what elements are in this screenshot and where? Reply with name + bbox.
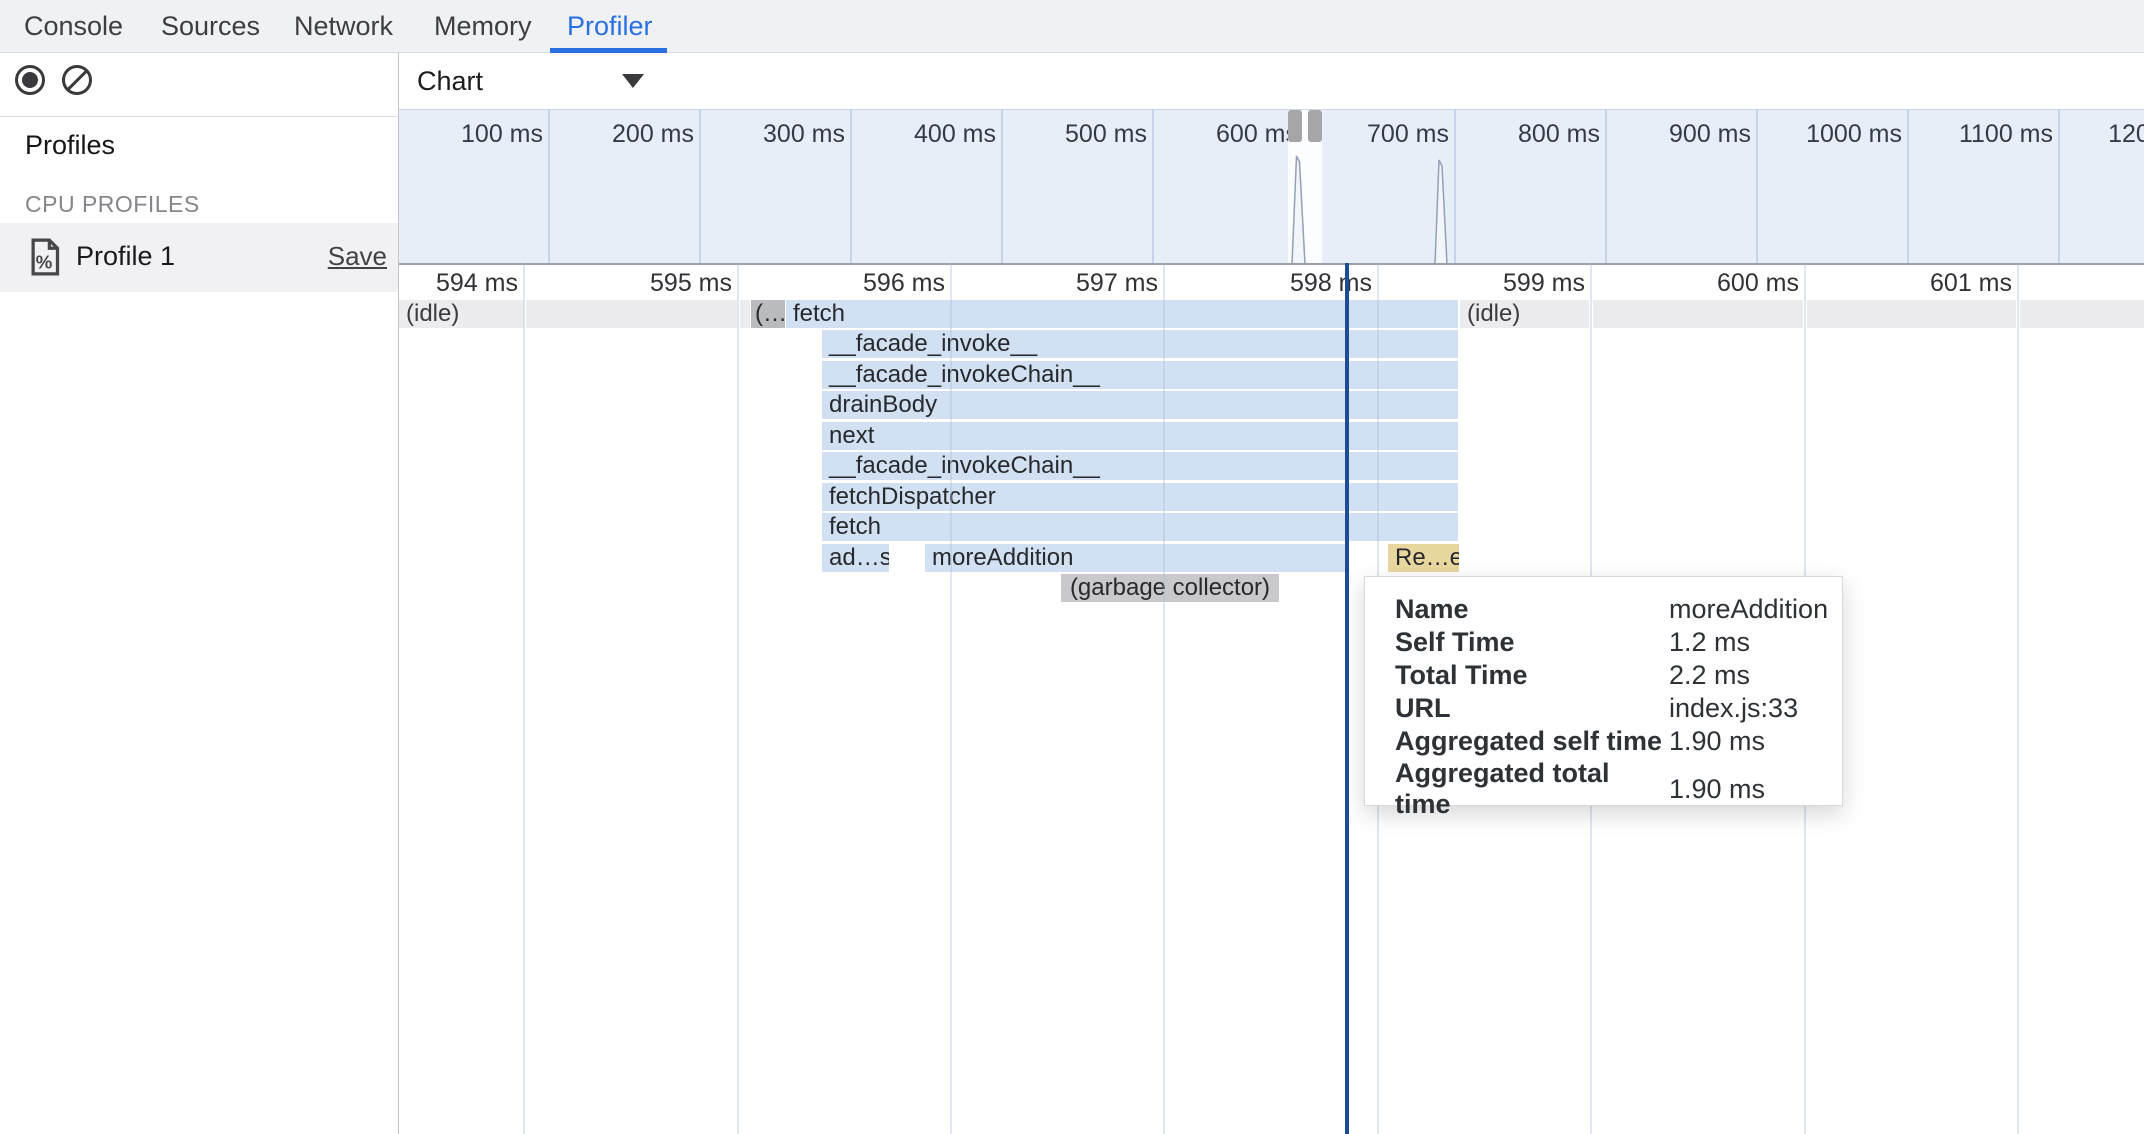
record-icon — [22, 72, 38, 88]
detail-gridline — [1163, 263, 1165, 1134]
flame-bar-drain-body[interactable]: drainBody — [822, 391, 1458, 419]
ruler-tick-label: 601 ms — [1872, 269, 2012, 298]
selection-handle-right[interactable] — [1308, 110, 1322, 142]
tooltip-row: Aggregated total time 1.90 ms — [1395, 758, 1842, 791]
tooltip-value: 1.90 ms — [1669, 774, 1842, 805]
flame-bar-idle[interactable] — [526, 300, 737, 328]
tooltip-value: 1.90 ms — [1669, 726, 1842, 757]
flame-bar-idle[interactable] — [1807, 300, 2016, 328]
detail-gridline — [2017, 263, 2019, 1134]
ruler-tick-label: 597 ms — [1018, 269, 1158, 298]
ruler-tick-label: 594 ms — [399, 269, 518, 298]
profile-list-item[interactable]: % Profile 1 Save — [0, 223, 398, 292]
detail-gridline — [737, 263, 739, 1134]
cpu-activity-spikes — [399, 110, 2144, 263]
tooltip-row: Self Time 1.2 ms — [1395, 626, 1842, 659]
clear-profiles-button[interactable] — [62, 65, 92, 95]
tooltip-label: Name — [1395, 594, 1669, 625]
flame-bar-fetch-inner[interactable]: fetch — [822, 513, 1458, 541]
timeline-overview[interactable]: 100 ms 200 ms 300 ms 400 ms 500 ms 600 m… — [399, 109, 2144, 263]
tab-network[interactable]: Network — [294, 0, 393, 53]
selection-handle-left[interactable] — [1288, 110, 1302, 142]
tab-sources[interactable]: Sources — [161, 0, 260, 53]
tooltip-value: 2.2 ms — [1669, 660, 1842, 691]
tab-profiler[interactable]: Profiler — [567, 0, 653, 53]
flame-bar-fetch-dispatcher[interactable]: fetchDispatcher — [822, 483, 1458, 511]
profile-name: Profile 1 — [76, 241, 175, 272]
tooltip-label: URL — [1395, 693, 1669, 724]
flame-bar-idle[interactable] — [1593, 300, 1803, 328]
detail-time-ruler: 594 ms 595 ms 596 ms 597 ms 598 ms 599 m… — [399, 263, 2144, 300]
ruler-tick-label: 599 ms — [1445, 269, 1585, 298]
flame-bar-facade-invoke-chain[interactable]: __facade_invokeChain__ — [822, 452, 1458, 480]
chevron-down-icon — [622, 74, 644, 88]
tooltip-label: Aggregated total time — [1395, 758, 1669, 820]
tooltip-row: Name moreAddition — [1395, 593, 1842, 626]
flame-bar-idle[interactable] — [740, 300, 750, 328]
tooltip-label: Self Time — [1395, 627, 1669, 658]
record-profile-button[interactable] — [15, 65, 45, 95]
tooltip-label: Total Time — [1395, 660, 1669, 691]
profiler-view-toolbar: Chart — [399, 53, 2144, 109]
ruler-tick-label: 598 ms — [1232, 269, 1372, 298]
flame-bar-fetch[interactable]: fetch — [786, 300, 1458, 328]
flame-bar-truncated[interactable]: (… — [751, 300, 785, 328]
cpu-profiles-section-label: CPU PROFILES — [25, 191, 200, 218]
flame-bar-garbage-collector[interactable]: (garbage collector) — [1061, 574, 1279, 602]
detail-gridline — [950, 263, 952, 1134]
flame-bar-facade-invoke[interactable]: __facade_invoke__ — [822, 330, 1458, 358]
tooltip-value: moreAddition — [1669, 594, 1842, 625]
flame-bar-response[interactable]: Re…e — [1388, 544, 1459, 572]
ruler-tick-label: 600 ms — [1659, 269, 1799, 298]
save-profile-link[interactable]: Save — [328, 241, 387, 272]
flame-bar-idle[interactable]: (idle) — [1460, 300, 1589, 328]
view-mode-select[interactable]: Chart — [417, 53, 644, 109]
ruler-tick-label: 596 ms — [805, 269, 945, 298]
tab-memory[interactable]: Memory — [434, 0, 532, 53]
sidebar-toolbar — [0, 53, 398, 117]
flame-bar-idle[interactable]: (idle) — [399, 300, 524, 328]
flame-bar-more-addition[interactable]: moreAddition — [925, 544, 1345, 572]
profiles-sidebar: Profiles CPU PROFILES % Profile 1 Save — [0, 53, 399, 1134]
sidebar-heading: Profiles — [25, 130, 115, 161]
view-mode-value: Chart — [417, 66, 483, 97]
tooltip-row: Total Time 2.2 ms — [1395, 659, 1842, 692]
tab-console[interactable]: Console — [24, 0, 123, 53]
flame-bar-idle[interactable] — [2020, 300, 2144, 328]
current-time-marker — [1345, 263, 1349, 1134]
flame-bar-facade-invoke-chain[interactable]: __facade_invokeChain__ — [822, 361, 1458, 389]
frame-details-tooltip: Name moreAddition Self Time 1.2 ms Total… — [1364, 576, 1843, 806]
detail-gridline — [523, 263, 525, 1134]
tooltip-row: Aggregated self time 1.90 ms — [1395, 725, 1842, 758]
tooltip-value: index.js:33 — [1669, 693, 1842, 724]
svg-text:%: % — [36, 251, 53, 272]
flame-bar-next[interactable]: next — [822, 422, 1458, 450]
tooltip-label: Aggregated self time — [1395, 726, 1669, 757]
profile-document-icon: % — [30, 238, 60, 276]
devtools-tab-bar: Console Sources Network Memory Profiler — [0, 0, 2144, 53]
profiler-main-panel: Chart 100 ms 200 ms 300 ms 400 ms 500 ms… — [399, 53, 2144, 1134]
flame-bar-add-numbers[interactable]: ad…s — [822, 544, 889, 572]
tooltip-value: 1.2 ms — [1669, 627, 1842, 658]
ruler-tick-label: 595 ms — [592, 269, 732, 298]
tooltip-row: URL index.js:33 — [1395, 692, 1842, 725]
